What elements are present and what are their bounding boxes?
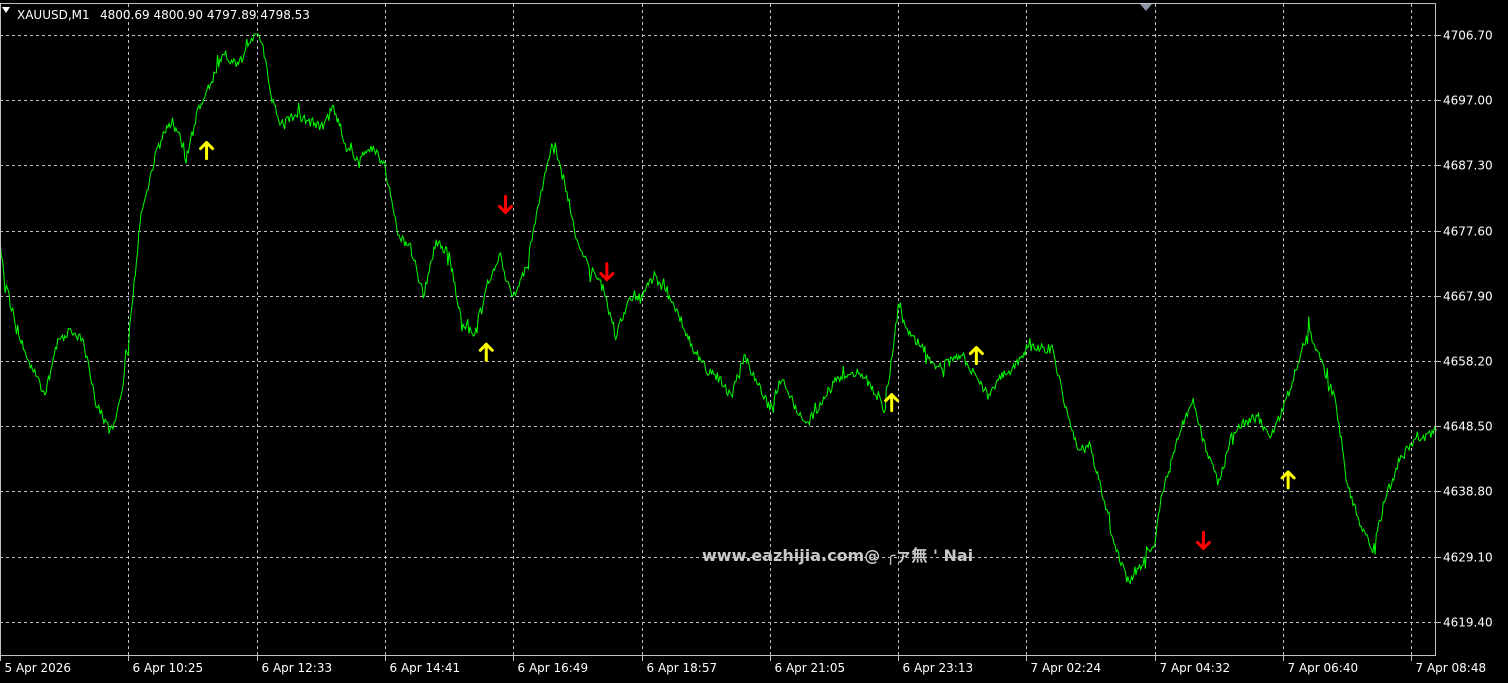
y-tick-label: 4658.20 — [1443, 355, 1493, 369]
y-tick-label: 4629.10 — [1443, 551, 1493, 565]
y-tick-label: 4619.40 — [1443, 616, 1493, 630]
x-tick-label: 6 Apr 10:25 — [133, 661, 204, 675]
y-tick-label: 4677.60 — [1443, 225, 1493, 239]
x-tick-label: 6 Apr 23:13 — [903, 661, 974, 675]
y-tick-label: 4667.90 — [1443, 290, 1493, 304]
buy-arrow-icon — [884, 393, 900, 413]
price-series — [0, 33, 1438, 585]
y-tick-label: 4706.70 — [1443, 29, 1493, 43]
price-axis: 4706.70 4697.00 4687.30 4677.60 4667.90 4658.… — [1436, 29, 1493, 630]
x-tick-label: 5 Apr 2026 — [5, 661, 72, 675]
y-tick-label: 4638.80 — [1443, 485, 1493, 499]
y-tick-label: 4648.50 — [1443, 420, 1493, 434]
sell-arrow-icon — [599, 262, 615, 282]
time-axis: 5 Apr 2026 6 Apr 10:25 6 Apr 12:33 6 Apr 14… — [0, 656, 1487, 675]
x-tick-label: 6 Apr 21:05 — [775, 661, 846, 675]
sell-arrow-icon — [498, 194, 514, 214]
x-tick-label: 7 Apr 08:48 — [1416, 661, 1487, 675]
x-tick-label: 6 Apr 12:33 — [262, 661, 333, 675]
y-tick-label: 4697.00 — [1443, 94, 1493, 108]
x-tick-label: 6 Apr 18:57 — [647, 661, 718, 675]
signal-arrows — [199, 141, 1296, 550]
x-tick-label: 7 Apr 04:32 — [1160, 661, 1231, 675]
symbol-label: XAUUSD,M1 — [17, 8, 90, 22]
price-chart[interactable]: 4706.70 4697.00 4687.30 4677.60 4667.90 4658.… — [0, 0, 1508, 683]
ohlc-readout: 4800.69 4800.90 4797.89 4798.53 — [100, 8, 310, 22]
buy-arrow-icon — [199, 141, 215, 161]
collapse-triangle-icon[interactable] — [2, 7, 10, 13]
x-tick-label: 6 Apr 14:41 — [390, 661, 461, 675]
watermark: www.eazhijia.com@ ╭ァ無 ' Nai — [702, 546, 973, 565]
x-tick-label: 7 Apr 02:24 — [1031, 661, 1102, 675]
chart-shift-marker[interactable] — [1140, 4, 1152, 11]
buy-arrow-icon — [478, 342, 494, 362]
sell-arrow-icon — [1195, 530, 1211, 550]
y-tick-label: 4687.30 — [1443, 159, 1493, 173]
x-tick-label: 7 Apr 06:40 — [1288, 661, 1359, 675]
x-tick-label: 6 Apr 16:49 — [518, 661, 589, 675]
price-line — [0, 33, 1438, 585]
